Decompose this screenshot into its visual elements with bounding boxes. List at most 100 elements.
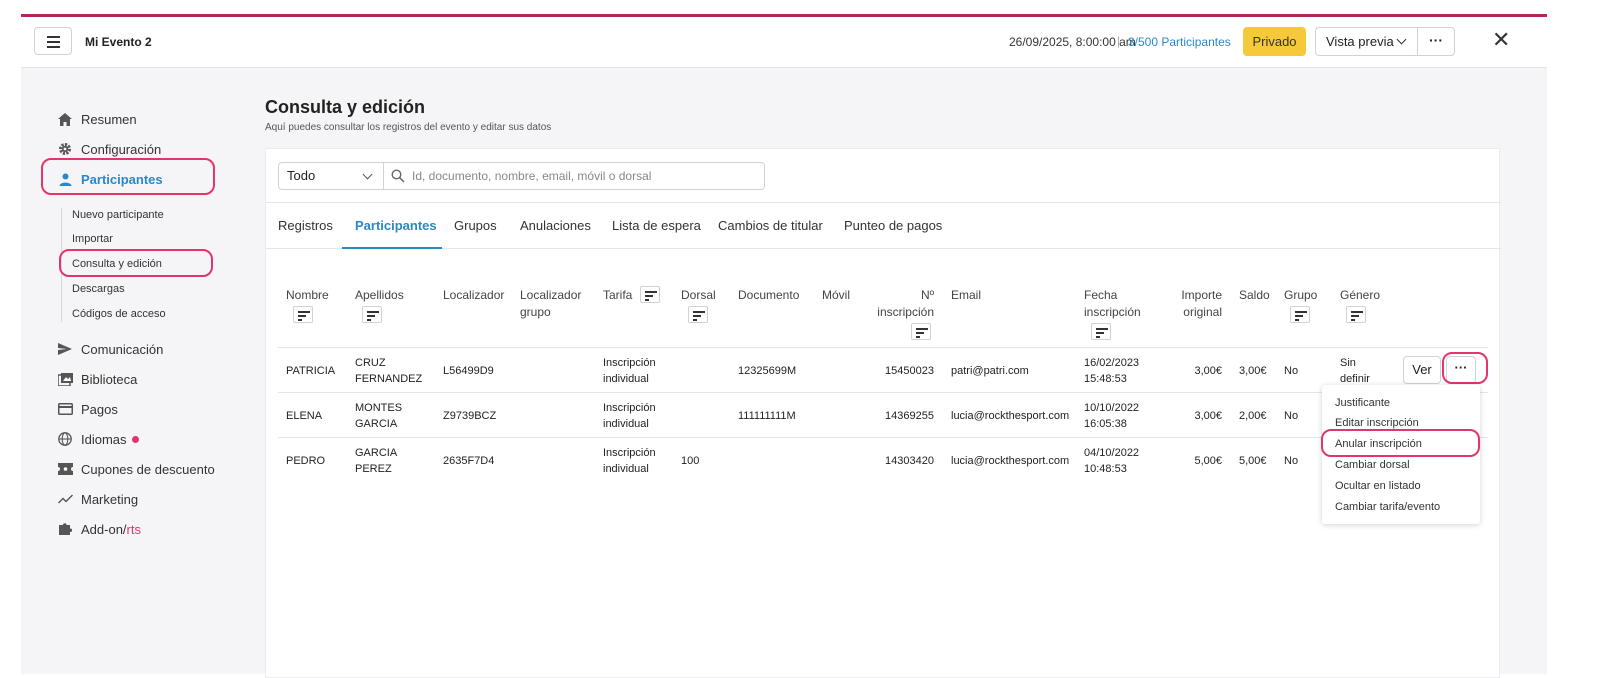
header-more-button[interactable]: ··· xyxy=(1417,27,1455,56)
sidebar-item-resumen[interactable]: Resumen xyxy=(57,109,137,129)
col-header-email: Email xyxy=(951,288,982,302)
cell-importe: 5,00€ xyxy=(1194,455,1222,467)
sidebar-item-configuracion[interactable]: Configuración xyxy=(57,139,161,159)
cell-email: lucia@rockthesport.com xyxy=(951,455,1070,467)
menu-item-cambiar-dorsal[interactable]: Cambiar dorsal xyxy=(1335,459,1410,471)
col-header-genero: Género xyxy=(1340,287,1380,323)
col-header-localizador: Localizador xyxy=(443,288,505,302)
top-bar: Mi Evento 2 26/09/2025, 8:00:00 am | 3/5… xyxy=(21,17,1547,68)
trend-icon xyxy=(57,491,73,507)
cell-text: 10/10/2022 xyxy=(1084,402,1140,414)
status-select-value: Todo xyxy=(287,168,316,183)
sidebar-item-label: Pagos xyxy=(81,401,118,417)
col-header-label: Importe xyxy=(1181,288,1222,302)
tab-participantes[interactable]: Participantes xyxy=(355,218,437,233)
tab-cambios-titular[interactable]: Cambios de titular xyxy=(718,218,823,233)
sidebar-item-addons[interactable]: Add-on/rts xyxy=(57,519,141,539)
col-header-grupo: Grupo xyxy=(1284,287,1317,323)
cell-localizador: L56499D9 xyxy=(443,365,494,377)
chevron-down-icon xyxy=(362,169,373,180)
sort-icon[interactable] xyxy=(362,306,382,323)
tab-registros[interactable]: Registros xyxy=(278,218,333,233)
row-divider xyxy=(278,437,1488,438)
cell-tarifa: Inscripción individual xyxy=(603,445,656,477)
sidebar-item-cupones[interactable]: Cupones de descuento xyxy=(57,459,215,479)
sidebar-item-label: Comunicación xyxy=(81,341,164,357)
col-header-documento: Documento xyxy=(738,288,800,302)
submenu-importar[interactable]: Importar xyxy=(72,233,113,245)
col-header-label: original xyxy=(1183,305,1222,319)
col-header-label: Nº xyxy=(920,288,934,302)
participants-counter[interactable]: 3/500 Participantes xyxy=(1128,35,1231,49)
sidebar-item-idiomas[interactable]: Idiomas xyxy=(57,429,139,449)
sort-icon[interactable] xyxy=(293,306,313,323)
cell-text: individual xyxy=(603,373,649,385)
chevron-down-icon xyxy=(1396,34,1407,45)
preview-button[interactable]: Vista previa xyxy=(1315,27,1418,56)
sort-icon[interactable] xyxy=(1290,306,1310,323)
tab-lista-espera[interactable]: Lista de espera xyxy=(612,218,701,233)
hamburger-menu-button[interactable] xyxy=(34,27,72,55)
home-icon xyxy=(57,111,73,127)
row-divider xyxy=(278,347,1488,348)
app-window: Mi Evento 2 26/09/2025, 8:00:00 am | 3/5… xyxy=(21,14,1547,678)
status-select[interactable]: Todo xyxy=(278,162,384,190)
cell-text: 15:48:53 xyxy=(1084,373,1127,385)
sidebar-item-pagos[interactable]: Pagos xyxy=(57,399,118,419)
cell-text: GARCIA xyxy=(355,418,398,430)
cell-grupo: No xyxy=(1284,455,1299,467)
cell-grupo: No xyxy=(1284,410,1299,422)
close-icon[interactable]: ✕ xyxy=(1492,29,1510,51)
tab-grupos[interactable]: Grupos xyxy=(454,218,497,233)
notification-dot xyxy=(131,435,139,443)
cell-nombre: PATRICIA xyxy=(286,365,336,377)
privacy-button[interactable]: Privado xyxy=(1243,27,1306,56)
col-header-label: Fecha xyxy=(1084,288,1118,302)
col-header-localizador-grupo: Localizador grupo xyxy=(520,287,581,321)
menu-item-justificante[interactable]: Justificante xyxy=(1335,397,1390,409)
highlight-consulta-edicion xyxy=(59,249,213,277)
view-button[interactable]: Ver xyxy=(1403,356,1441,384)
cell-text: CRUZ xyxy=(355,357,386,369)
filter-icon[interactable] xyxy=(639,286,660,304)
col-header-movil: Móvil xyxy=(822,288,851,302)
highlight-participantes xyxy=(41,158,215,195)
sidebar-item-label-accent: rts xyxy=(126,521,141,537)
sort-icon[interactable] xyxy=(911,323,931,340)
menu-item-cambiar-tarifa[interactable]: Cambiar tarifa/evento xyxy=(1335,501,1440,513)
submenu-codigos-acceso[interactable]: Códigos de acceso xyxy=(72,308,166,320)
col-header-label: grupo xyxy=(520,305,551,319)
sidebar-item-biblioteca[interactable]: Biblioteca xyxy=(57,369,137,389)
sort-icon[interactable] xyxy=(688,306,708,323)
ticket-icon xyxy=(57,461,73,477)
col-header-label: inscripción xyxy=(877,305,934,319)
menu-item-editar-inscripcion[interactable]: Editar inscripción xyxy=(1335,417,1419,429)
page-title: Consulta y edición xyxy=(265,97,426,117)
tab-punteo-pagos[interactable]: Punteo de pagos xyxy=(844,218,942,233)
tab-anulaciones[interactable]: Anulaciones xyxy=(520,218,591,233)
cell-text: individual xyxy=(603,418,649,430)
cell-nombre: PEDRO xyxy=(286,455,326,467)
sort-icon[interactable] xyxy=(1091,323,1111,340)
col-header-dorsal: Dorsal xyxy=(681,287,716,323)
cell-importe: 3,00€ xyxy=(1194,410,1222,422)
sort-icon[interactable] xyxy=(1346,306,1366,323)
sidebar-item-comunicacion[interactable]: Comunicación xyxy=(57,339,163,359)
search-input[interactable] xyxy=(412,166,752,186)
cell-apellidos: CRUZ FERNANDEZ xyxy=(355,355,422,387)
cell-nombre: ELENA xyxy=(286,410,323,422)
cell-text: definir xyxy=(1340,373,1370,385)
submenu-descargas[interactable]: Descargas xyxy=(72,283,125,295)
cell-saldo: 2,00€ xyxy=(1239,410,1267,422)
menu-item-ocultar-listado[interactable]: Ocultar en listado xyxy=(1335,480,1421,492)
cell-apellidos: GARCIA PEREZ xyxy=(355,445,397,477)
library-icon xyxy=(57,371,73,387)
col-header-saldo: Saldo xyxy=(1239,288,1270,302)
cell-grupo: No xyxy=(1284,365,1299,377)
cell-fecha: 16/02/2023 15:48:53 xyxy=(1084,355,1139,387)
sidebar-item-marketing[interactable]: Marketing xyxy=(57,489,138,509)
col-header-fecha: Fecha inscripción xyxy=(1084,287,1141,340)
submenu-nuevo-participante[interactable]: Nuevo participante xyxy=(72,209,164,221)
preview-label: Vista previa xyxy=(1326,34,1394,49)
cell-text: PEREZ xyxy=(355,463,392,475)
